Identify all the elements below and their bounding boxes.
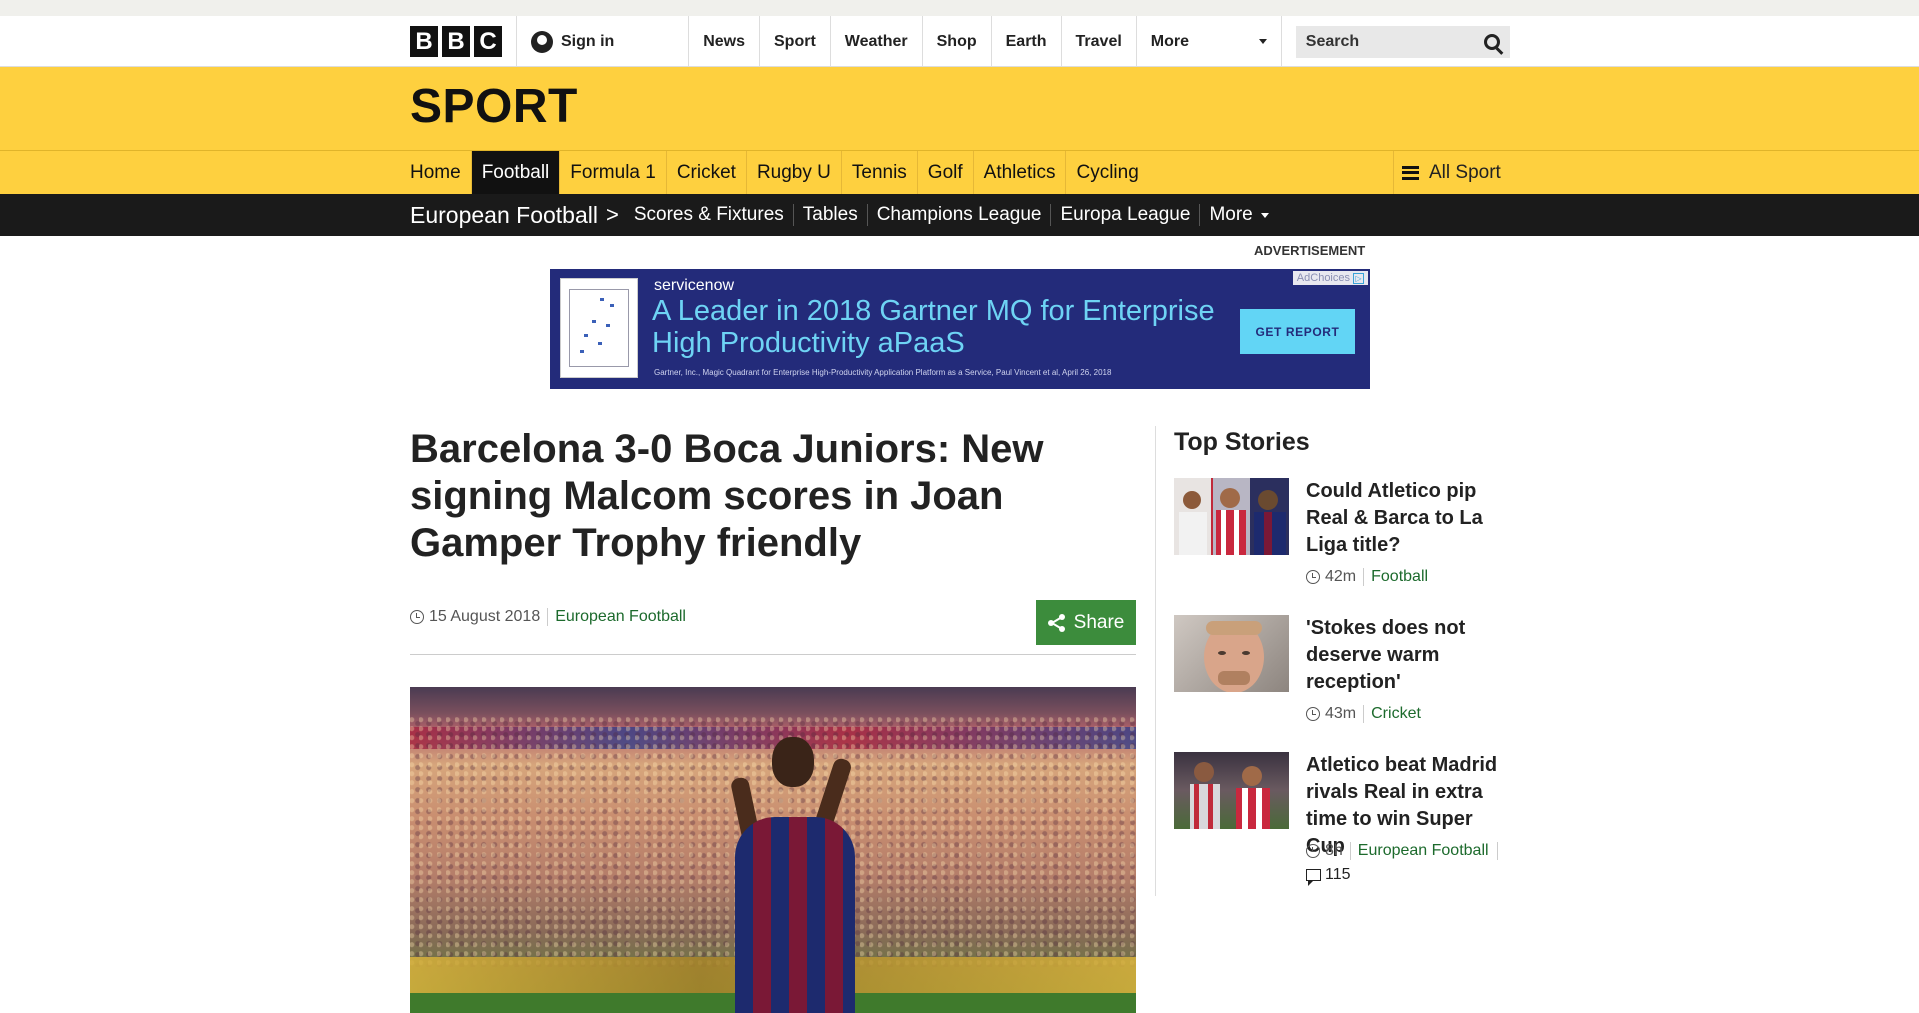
share-icon <box>1047 613 1066 632</box>
comments-count: 115 <box>1325 866 1351 883</box>
clock-icon <box>1306 570 1320 584</box>
comments-link[interactable]: 115 <box>1306 866 1516 886</box>
logo-letter: C <box>474 26 502 57</box>
meta-divider <box>410 654 1136 655</box>
story-time: 42m <box>1325 568 1357 585</box>
story-meta: 43m Cricket <box>1306 705 1516 723</box>
story-title[interactable]: 'Stokes does not deserve warm reception' <box>1306 615 1516 696</box>
story-thumbnail[interactable] <box>1174 615 1289 692</box>
advertisement-label: ADVERTISEMENT <box>1254 243 1366 258</box>
story-time: 8h <box>1325 842 1343 859</box>
ad-headline-line-2: High Productivity aPaaS <box>652 327 965 359</box>
sport-header: SPORT <box>0 67 1919 151</box>
sign-in-label: Sign in <box>560 32 615 50</box>
celebrating-player <box>710 727 880 1013</box>
bbc-logo[interactable]: B B C <box>410 26 502 57</box>
story-title[interactable]: Could Atletico pip Real & Barca to La Li… <box>1306 478 1516 559</box>
article-meta: 15 August 2018 European Football <box>410 608 686 626</box>
subnav-more-label: More <box>1209 204 1253 225</box>
ad-headline-line-1: A Leader in 2018 Gartner MQ for Enterpri… <box>652 295 1215 327</box>
sport-navigation: Home Football Formula 1 Cricket Rugby U … <box>0 151 1919 194</box>
top-stories-title: Top Stories <box>1174 428 1310 456</box>
story-section-link[interactable]: European Football <box>1349 842 1489 860</box>
sport-nav-football[interactable]: Football <box>471 151 561 194</box>
article-headline: Barcelona 3-0 Boca Juniors: New signing … <box>410 427 1044 565</box>
nav-item-news[interactable]: News <box>689 16 760 67</box>
logo-letter: B <box>442 26 470 57</box>
sport-nav-tennis[interactable]: Tennis <box>842 151 918 194</box>
nav-item-shop[interactable]: Shop <box>923 16 992 67</box>
share-button[interactable]: Share <box>1036 600 1136 645</box>
clock-icon <box>410 610 424 624</box>
all-sport-menu[interactable]: All Sport <box>1393 151 1510 194</box>
subnav-scores-fixtures[interactable]: Scores & Fixtures <box>625 204 794 226</box>
advertisement-banner[interactable]: servicenow A Leader in 2018 Gartner MQ f… <box>550 269 1370 389</box>
ad-chart-frame <box>569 289 629 367</box>
story-meta: 42m Football <box>1306 568 1516 586</box>
search-input[interactable]: Search <box>1295 25 1510 58</box>
hamburger-icon <box>1402 165 1419 180</box>
sport-nav-cycling[interactable]: Cycling <box>1066 151 1148 194</box>
story-time: 43m <box>1325 705 1357 722</box>
sport-nav-athletics[interactable]: Athletics <box>974 151 1067 194</box>
all-sport-label: All Sport <box>1429 161 1501 183</box>
article-date: 15 August 2018 <box>429 608 541 625</box>
story-thumbnail[interactable] <box>1174 478 1289 555</box>
adchoices-badge[interactable]: AdChoices ▷ <box>1292 271 1368 285</box>
sport-nav-rugby-union[interactable]: Rugby U <box>747 151 842 194</box>
ad-fine-print: Gartner, Inc., Magic Quadrant for Enterp… <box>654 368 1112 377</box>
nav-item-sport[interactable]: Sport <box>760 16 831 67</box>
clock-icon <box>1306 707 1320 721</box>
ad-brand-logo: servicenow <box>654 277 735 294</box>
global-navigation-bar: B B C Sign in News Sport Weather Shop Ea… <box>0 16 1919 67</box>
search-placeholder: Search <box>1305 32 1360 50</box>
article-main-image <box>410 687 1136 1013</box>
nav-more-label: More <box>1150 32 1190 50</box>
top-strip <box>0 0 1919 16</box>
share-label: Share <box>1073 611 1125 633</box>
divider <box>516 16 517 67</box>
subnav-champions-league[interactable]: Champions League <box>868 204 1052 226</box>
story-section-link[interactable]: Football <box>1363 568 1428 586</box>
sidebar-divider <box>1155 426 1156 896</box>
player-shirt <box>735 817 855 1013</box>
nav-more-dropdown[interactable]: More <box>1137 16 1282 67</box>
subnav-europa-league[interactable]: Europa League <box>1051 204 1201 226</box>
story-section-link[interactable]: Cricket <box>1363 705 1421 723</box>
chevron-right-icon: > <box>605 202 619 227</box>
nav-item-earth[interactable]: Earth <box>992 16 1062 67</box>
search-icon[interactable] <box>1484 33 1500 50</box>
player-head <box>772 737 814 787</box>
sport-title[interactable]: SPORT <box>410 79 578 134</box>
caret-down-icon <box>1260 212 1269 218</box>
subnav-tables[interactable]: Tables <box>794 204 868 226</box>
adchoices-icon: ▷ <box>1353 272 1364 284</box>
meta-separator <box>1496 842 1498 860</box>
sport-nav-golf[interactable]: Golf <box>918 151 974 194</box>
ad-headline: A Leader in 2018 Gartner MQ for Enterpri… <box>652 295 1252 359</box>
sport-nav-cricket[interactable]: Cricket <box>667 151 747 194</box>
logo-letter: B <box>410 26 438 57</box>
caret-down-icon <box>1258 39 1267 44</box>
article-section-link[interactable]: European Football <box>547 608 686 626</box>
user-icon <box>530 30 553 53</box>
story-meta: 8h European Football 115 <box>1306 842 1516 886</box>
nav-item-travel[interactable]: Travel <box>1062 16 1137 67</box>
adchoices-label: AdChoices <box>1296 272 1350 284</box>
comment-icon <box>1306 869 1321 886</box>
story-thumbnail[interactable] <box>1174 752 1289 829</box>
global-nav: News Sport Weather Shop Earth Travel Mor… <box>688 16 1282 67</box>
section-title[interactable]: European Football <box>410 202 598 229</box>
sport-nav-home[interactable]: Home <box>410 151 472 194</box>
section-subnav: European Football > Scores & Fixtures Ta… <box>0 194 1919 236</box>
nav-item-weather[interactable]: Weather <box>831 16 923 67</box>
ad-chart-thumbnail <box>560 278 638 378</box>
ad-get-report-button[interactable]: GET REPORT <box>1240 309 1355 354</box>
sport-nav-formula-1[interactable]: Formula 1 <box>560 151 667 194</box>
sign-in-link[interactable]: Sign in <box>530 30 688 53</box>
clock-icon <box>1306 844 1320 858</box>
subnav-more-dropdown[interactable]: More <box>1200 204 1277 226</box>
